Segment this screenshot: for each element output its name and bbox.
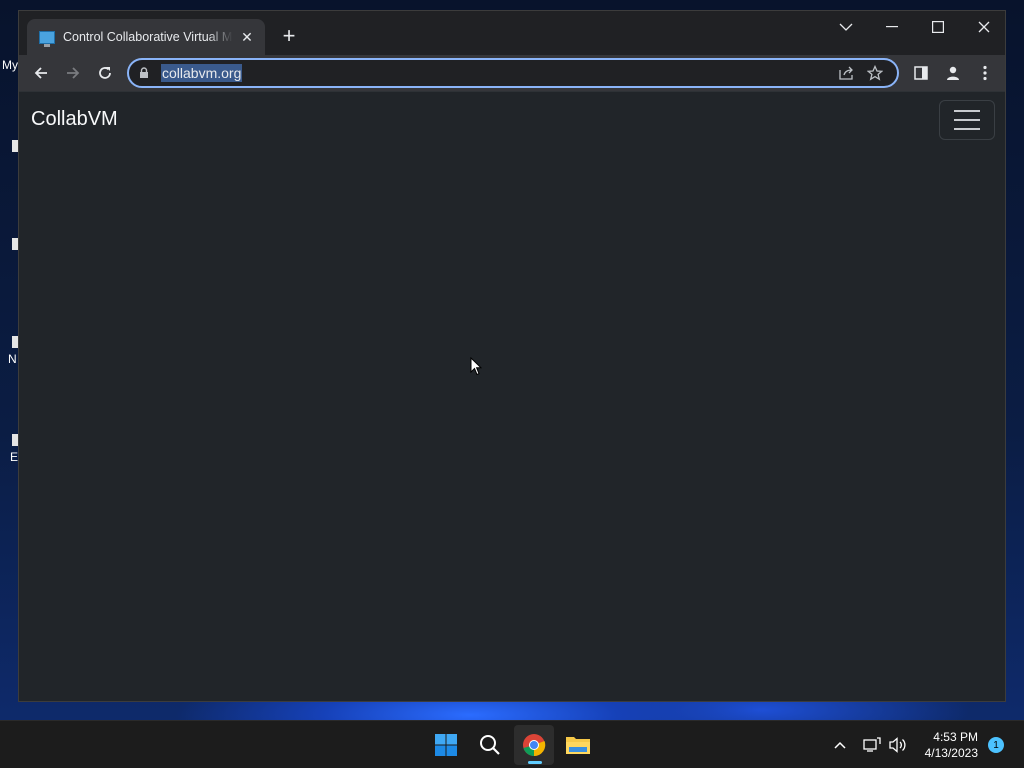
reload-button[interactable] [91,59,119,87]
show-hidden-icons-chevron-icon[interactable] [828,733,852,757]
browser-tab[interactable]: Control Collaborative Virtual Machines ✕ [27,19,265,55]
tab-search-dropdown-icon[interactable] [823,11,869,43]
navbar-toggler-button[interactable] [939,100,995,140]
hamburger-icon-bar [954,128,980,130]
back-button[interactable] [27,59,55,87]
monitor-favicon-icon [39,30,55,47]
side-panel-icon[interactable] [907,59,935,87]
desktop-icon-label: E [10,450,19,464]
hamburger-icon-bar [954,110,980,112]
hamburger-icon-bar [954,119,980,121]
page-content: CollabVM [19,91,1005,701]
volume-icon[interactable] [886,733,910,757]
desktop-icon-label: N [8,352,17,366]
notification-badge[interactable]: 1 [988,737,1004,753]
active-app-indicator [528,761,542,764]
chrome-icon[interactable] [514,725,554,765]
more-menu-icon[interactable] [971,59,999,87]
bookmark-star-icon[interactable] [861,61,889,85]
taskbar-clock[interactable]: 4:53 PM 4/13/2023 [925,729,978,761]
tab-strip: Control Collaborative Virtual Machines ✕… [19,11,1005,55]
file-explorer-icon[interactable] [558,725,598,765]
maximize-button[interactable] [915,11,961,43]
forward-button[interactable] [59,59,87,87]
clock-date: 4/13/2023 [924,746,978,760]
search-icon[interactable] [470,725,510,765]
clock-time: 4:53 PM [933,730,978,744]
close-window-button[interactable] [961,11,1007,43]
taskbar: 4:53 PM 4/13/2023 1 [0,720,1024,768]
address-bar[interactable]: collabvm.org [127,58,899,88]
url-text[interactable]: collabvm.org [161,64,243,82]
tab-title: Control Collaborative Virtual Machines [63,30,233,44]
browser-window: Control Collaborative Virtual Machines ✕… [18,10,1006,702]
share-icon[interactable] [833,61,861,85]
mouse-cursor-icon [470,357,482,376]
network-icon[interactable] [860,733,884,757]
new-tab-button[interactable]: + [277,25,301,49]
tab-close-icon[interactable]: ✕ [239,29,255,46]
browser-toolbar: collabvm.org [19,55,1005,91]
minimize-button[interactable] [869,11,915,43]
start-icon[interactable] [426,725,466,765]
profile-avatar-icon[interactable] [939,59,967,87]
navbar-brand[interactable]: CollabVM [31,108,118,131]
lock-icon[interactable] [137,66,151,80]
desktop-icon-label: My [2,58,18,72]
